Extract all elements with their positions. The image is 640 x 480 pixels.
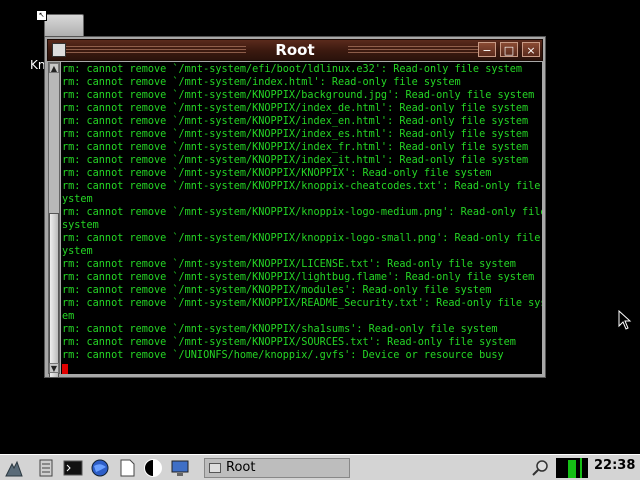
terminal-line: rm: cannot remove `/mnt-system/KNOPPIX/i… (62, 155, 529, 166)
task-button-root[interactable]: Root (204, 458, 350, 478)
window-title: Root (275, 41, 315, 59)
terminal-text: rm: cannot remove `/mnt-system/efi/boot/… (61, 62, 542, 362)
vertical-scrollbar[interactable]: ▲ ▼ (48, 62, 60, 378)
terminal-line: rm: cannot remove `/mnt-system/KNOPPIX/m… (62, 285, 492, 296)
clock: 22:38 (594, 458, 636, 473)
search-icon[interactable] (530, 458, 550, 478)
file-manager-icon[interactable] (36, 458, 56, 478)
browser-icon[interactable] (90, 458, 110, 478)
scroll-down-icon[interactable]: ▼ (49, 363, 59, 373)
scroll-up-icon[interactable]: ▲ (49, 63, 59, 73)
start-menu-icon[interactable] (4, 458, 24, 478)
terminal-line: ystem (62, 246, 93, 257)
title-bar[interactable]: Root − □ × (47, 39, 543, 61)
terminal-line: rm: cannot remove `/mnt-system/efi/boot/… (62, 64, 523, 75)
terminal-line: rm: cannot remove `/mnt-system/KNOPPIX/K… (62, 168, 492, 179)
terminal-line: system (62, 220, 99, 231)
terminal-line: rm: cannot remove `/mnt-system/KNOPPIX/k… (62, 181, 541, 192)
desktop-icon[interactable] (170, 458, 190, 478)
shortcut-badge-icon: ↖ (36, 10, 47, 21)
mouse-pointer-icon (618, 310, 632, 330)
terminal-line: rm: cannot remove `/mnt-system/KNOPPIX/i… (62, 129, 529, 140)
text-editor-icon[interactable] (117, 458, 137, 478)
terminal-line: rm: cannot remove `/mnt-system/KNOPPIX/s… (62, 324, 498, 335)
taskbar: Root 22:38 (0, 454, 640, 480)
terminal-line: rm: cannot remove `/mnt-system/KNOPPIX/l… (62, 272, 535, 283)
terminal-line: rm: cannot remove `/UNIONFS/home/knoppix… (62, 350, 504, 361)
terminal-line: rm: cannot remove `/mnt-system/KNOPPIX/S… (62, 337, 516, 348)
terminal-line: ystem (62, 194, 93, 205)
terminal-line: rm: cannot remove `/mnt-system/KNOPPIX/k… (62, 233, 541, 244)
terminal-output[interactable]: rm: cannot remove `/mnt-system/efi/boot/… (61, 62, 542, 374)
terminal-line: rm: cannot remove `/mnt-system/KNOPPIX/i… (62, 116, 529, 127)
cpu-monitor-icon (556, 458, 588, 478)
terminal-line: rm: cannot remove `/mnt-system/KNOPPIX/L… (62, 259, 516, 270)
terminal-line: rm: cannot remove `/mnt-system/KNOPPIX/k… (62, 207, 542, 218)
maximize-button[interactable]: □ (500, 42, 518, 57)
terminal-line: rm: cannot remove `/mnt-system/KNOPPIX/i… (62, 103, 529, 114)
terminal-line: rm: cannot remove `/mnt-system/KNOPPIX/b… (62, 90, 535, 101)
minimize-button[interactable]: − (478, 42, 496, 57)
text-cursor (62, 364, 68, 374)
terminal-line: rm: cannot remove `/mnt-system/KNOPPIX/R… (62, 298, 542, 309)
scrollbar-thumb[interactable] (49, 213, 59, 378)
terminal-line: rm: cannot remove `/mnt-system/KNOPPIX/i… (62, 142, 529, 153)
terminal-window: Root − □ × ▲ ▼ rm: cannot remove `/mnt-s… (44, 36, 546, 378)
close-button[interactable]: × (522, 42, 540, 57)
display-settings-icon[interactable] (143, 458, 163, 478)
terminal-line: em (62, 311, 75, 322)
window-icon (209, 463, 221, 473)
terminal-line: rm: cannot remove `/mnt-system/index.htm… (62, 77, 461, 88)
terminal-icon[interactable] (63, 458, 83, 478)
task-label: Root (226, 460, 256, 475)
